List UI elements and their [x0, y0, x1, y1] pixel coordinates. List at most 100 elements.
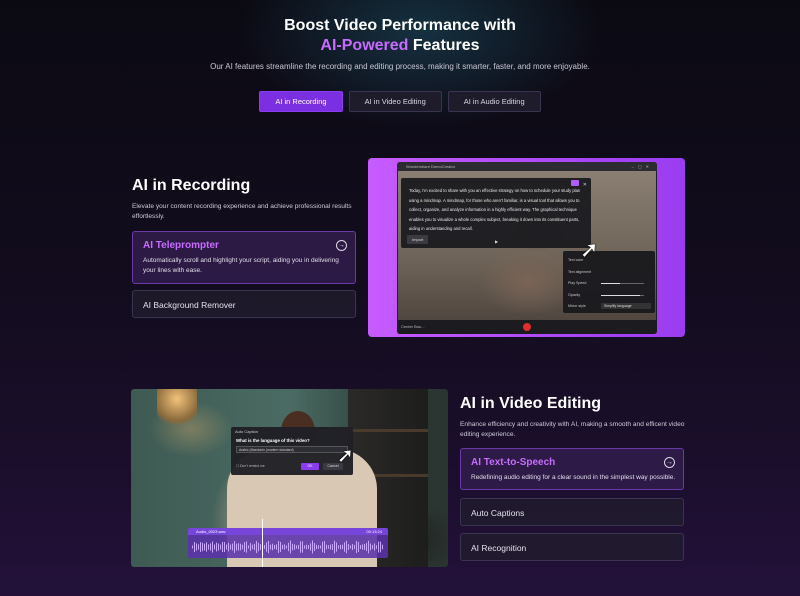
waveform-bar	[192, 545, 193, 549]
waveform-bar	[236, 543, 237, 551]
waveform-bar	[274, 545, 275, 549]
waveform-bar	[304, 545, 305, 549]
audio-track-clip[interactable]: Audio_0023.wav 00:13:24	[188, 528, 388, 558]
audio-file-name: Audio_0023.wav	[196, 529, 226, 534]
card-title: AI Background Remover	[143, 300, 236, 310]
waveform-bar	[288, 542, 289, 552]
waveform-bar	[240, 543, 241, 551]
waveform-bar	[276, 544, 277, 550]
dont-remind-checkbox[interactable]: ☐ Don't remind me	[236, 464, 265, 468]
waveform-bar	[194, 541, 195, 553]
camera-select[interactable]: Center Bou...	[401, 324, 425, 329]
ok-button[interactable]: OK	[301, 463, 319, 470]
waveform-bar	[256, 540, 257, 554]
waveform-bar	[204, 543, 205, 551]
waveform-bar	[218, 543, 219, 551]
waveform-bar	[284, 544, 285, 550]
waveform-bar	[380, 541, 381, 553]
editing-section-desc: Enhance efficiency and creativity with A…	[460, 421, 685, 438]
slider-fill	[601, 294, 640, 296]
waveform-bar	[298, 544, 299, 550]
import-button[interactable]: Import	[407, 235, 429, 244]
setting-label: Play Speed	[568, 281, 587, 285]
waveform-bar	[356, 540, 357, 554]
hero-title-line1: Boost Video Performance with	[284, 17, 516, 34]
mirror-style-select[interactable]: Simplify language	[601, 303, 651, 309]
app-window-title: Wondershare DemoCreator	[406, 164, 456, 169]
setting-label: Mirror style	[568, 304, 586, 308]
waveform-bar	[368, 540, 369, 554]
waveform-bar	[214, 544, 215, 550]
hero-title-rest: Features	[408, 37, 480, 54]
teleprompter-badge-icon	[571, 180, 579, 186]
waveform-graphic	[192, 540, 383, 554]
waveform-bar	[352, 543, 353, 551]
teleprompter-settings-panel: Text color Text alignment Play Speed Opa…	[563, 251, 655, 313]
setting-row-mirror-style[interactable]: Mirror style Simplify language	[568, 301, 651, 313]
waveform-bar	[374, 543, 375, 551]
recording-section-desc: Elevate your content recording experienc…	[132, 203, 352, 220]
waveform-bar	[270, 544, 271, 550]
hero-title-accent: AI-Powered	[320, 37, 409, 54]
recorder-toolbar: Center Bou...	[397, 320, 657, 334]
teleprompter-script: Today, I'm excited to share with you an …	[409, 188, 581, 231]
setting-row-opacity[interactable]: Opacity	[568, 290, 650, 302]
waveform-bar	[316, 544, 317, 550]
auto-caption-dialog: Auto Caption What is the language of thi…	[231, 427, 353, 475]
arrow-right-icon[interactable]: →	[336, 240, 347, 251]
waveform-bar	[292, 543, 293, 551]
waveform-bar	[290, 540, 291, 554]
playhead[interactable]	[262, 519, 263, 567]
audio-waveform	[192, 538, 384, 556]
waveform-bar	[306, 544, 307, 550]
play-speed-slider[interactable]	[601, 283, 644, 284]
waveform-bar	[314, 543, 315, 551]
slider-fill	[601, 283, 621, 284]
waveform-bar	[250, 543, 251, 551]
waveform-bar	[338, 545, 339, 549]
waveform-bar	[300, 541, 301, 553]
tab-ai-in-video-editing[interactable]: AI in Video Editing	[348, 91, 442, 112]
waveform-bar	[244, 542, 245, 552]
waveform-bar	[268, 540, 269, 554]
waveform-bar	[358, 541, 359, 553]
record-button[interactable]	[523, 323, 531, 331]
waveform-bar	[296, 545, 297, 549]
feature-card-ai-text-to-speech[interactable]: AI Text-to-Speech Redefining audio editi…	[460, 448, 684, 490]
waveform-bar	[266, 542, 267, 552]
waveform-bar	[228, 542, 229, 552]
setting-label: Opacity	[568, 292, 581, 297]
waveform-bar	[326, 544, 327, 550]
card-desc: Redefining audio editing for a clear sou…	[471, 474, 676, 481]
waveform-bar	[224, 541, 225, 553]
waveform-bar	[286, 545, 287, 549]
audio-duration: 00:13:24	[366, 529, 382, 534]
waveform-bar	[322, 541, 323, 553]
camera-preview: ✕ Today, I'm excited to share with you a…	[398, 171, 656, 321]
arrow-right-icon[interactable]: →	[664, 457, 675, 468]
play-icon[interactable]: ▶	[495, 239, 498, 244]
feature-card-ai-background-remover[interactable]: AI Background Remover	[132, 290, 356, 318]
setting-row-text-alignment[interactable]: Text alignment	[568, 267, 650, 279]
close-icon[interactable]: ✕	[583, 182, 587, 188]
mouse-cursor-icon: ➚	[337, 445, 354, 467]
feature-card-ai-teleprompter[interactable]: AI Teleprompter Automatically scroll and…	[132, 231, 356, 284]
waveform-bar	[210, 543, 211, 551]
waveform-bar	[308, 545, 309, 549]
hero-title-line2: AI-Powered Features	[0, 36, 800, 56]
waveform-bar	[226, 544, 227, 550]
waveform-bar	[344, 542, 345, 552]
tab-ai-in-recording[interactable]: AI in Recording	[259, 91, 343, 112]
setting-row-play-speed[interactable]: Play Speed	[568, 278, 650, 290]
opacity-slider[interactable]	[601, 294, 644, 296]
waveform-bar	[198, 544, 199, 550]
background-lamp	[157, 389, 197, 429]
feature-card-ai-recognition[interactable]: AI Recognition	[460, 533, 684, 561]
feature-card-auto-captions[interactable]: Auto Captions	[460, 498, 684, 526]
waveform-bar	[328, 545, 329, 549]
tab-ai-in-audio-editing[interactable]: AI in Audio Editing	[447, 91, 541, 112]
waveform-bar	[336, 542, 337, 552]
waveform-bar	[234, 541, 235, 553]
language-select[interactable]: Arabic (Mandarin (modern standard)	[236, 446, 348, 453]
waveform-bar	[372, 545, 373, 549]
